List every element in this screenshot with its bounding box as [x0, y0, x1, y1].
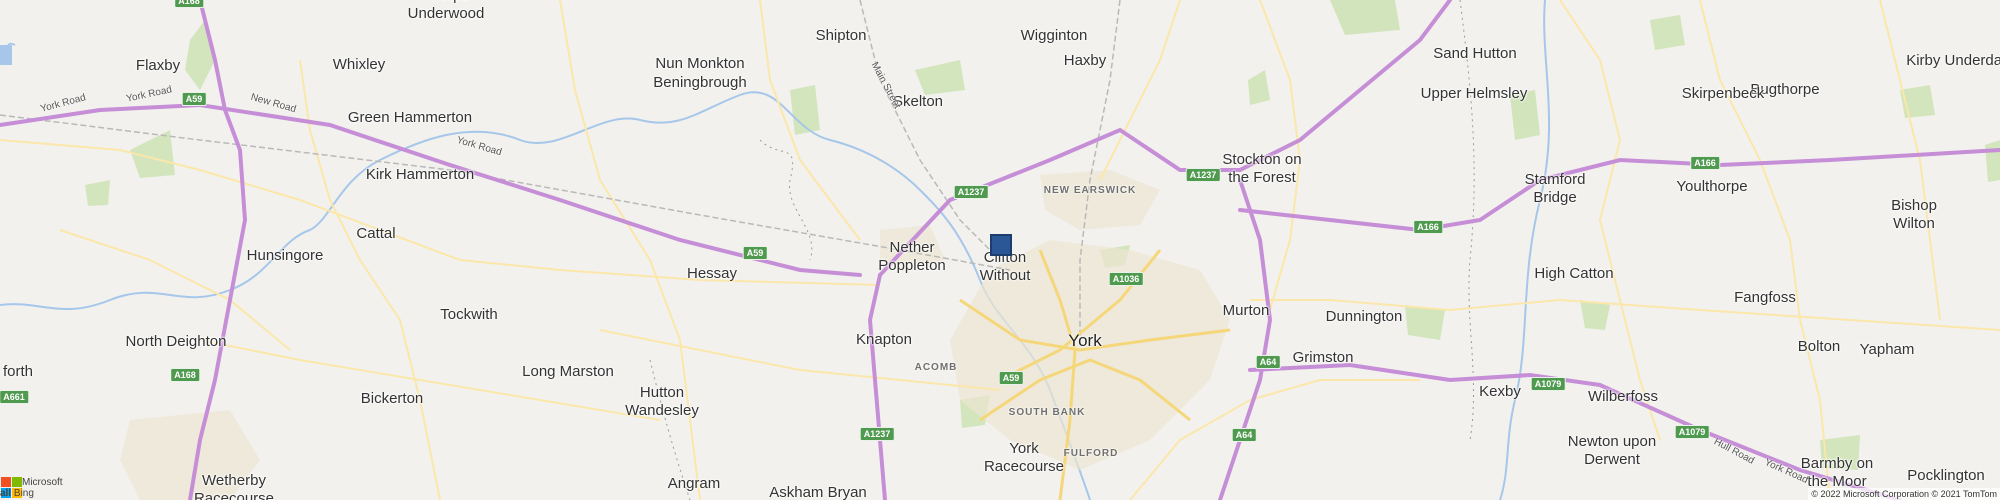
place-label[interactable]: Beningbrough	[653, 74, 746, 92]
place-label[interactable]: Wetherby Racecourse	[194, 472, 274, 500]
place-label[interactable]: Wigginton	[1021, 27, 1088, 45]
place-label[interactable]: Bishop Wilton	[1891, 197, 1937, 233]
place-label[interactable]: York	[1068, 332, 1101, 350]
place-label[interactable]: Murton	[1223, 302, 1270, 320]
place-label[interactable]: Bickerton	[361, 390, 424, 408]
copyright-notice: © 2022 Microsoft Corporation © 2021 TomT…	[1808, 488, 2000, 500]
place-label[interactable]: Cattal	[356, 225, 395, 243]
road-shield: A1036	[1108, 272, 1144, 286]
place-label[interactable]: Nether Poppleton	[878, 239, 946, 275]
road-shield: A1079	[1530, 377, 1566, 391]
road-shield: A59	[181, 92, 207, 106]
place-label[interactable]: Hutton Wandesley	[625, 384, 699, 420]
road-shield: A1237	[953, 185, 989, 199]
district-label: NEW EARSWICK	[1043, 185, 1137, 196]
road-shield: A1237	[1185, 168, 1221, 182]
place-label[interactable]: Kirby Underdale	[1906, 52, 2000, 70]
road-shield: A59	[998, 371, 1024, 385]
attribution-prefix: all	[0, 488, 12, 499]
place-label[interactable]: Dunnington	[1326, 308, 1403, 326]
place-label[interactable]: Pocklington	[1907, 467, 1985, 485]
place-label[interactable]: Stockton on the Forest	[1222, 151, 1301, 187]
place-label[interactable]: Kirk Hammerton	[366, 166, 474, 184]
road-shield: A661	[0, 390, 29, 404]
road-shield: A168	[170, 368, 200, 382]
place-label[interactable]: High Catton	[1534, 265, 1613, 283]
place-label[interactable]: Hessay	[687, 265, 737, 283]
place-label[interactable]: Grimston	[1293, 349, 1354, 367]
place-label[interactable]: Haxby	[1064, 52, 1107, 70]
place-label[interactable]: North Deighton	[126, 333, 227, 351]
place-label[interactable]: Kexby	[1479, 383, 1521, 401]
place-label[interactable]: Youlthorpe	[1676, 178, 1747, 196]
place-label[interactable]: Barmby on the Moor	[1801, 455, 1874, 491]
place-label[interactable]: Tockwith	[440, 306, 498, 324]
road-shield: A1079	[1674, 425, 1710, 439]
road-shield: A168	[174, 0, 204, 8]
place-label[interactable]: Knapton	[856, 331, 912, 349]
district-label: SOUTH BANK	[1008, 407, 1086, 418]
place-label[interactable]: Hunsingore	[247, 247, 324, 265]
place-label[interactable]: forth	[3, 363, 33, 381]
place-label[interactable]: York Racecourse	[984, 440, 1064, 476]
place-label[interactable]: Green Hammerton	[348, 109, 472, 127]
road-shield: A166	[1413, 220, 1443, 234]
district-label: FULFORD	[1063, 448, 1119, 459]
road-shield: A1237	[859, 427, 895, 441]
place-label[interactable]: Angram	[668, 475, 721, 493]
location-pin-marker[interactable]	[990, 234, 1012, 256]
road-shield: A166	[1690, 156, 1720, 170]
map-view[interactable]: ThorpeUnderwoodFlaxbyWhixleyNun MonktonB…	[0, 0, 2000, 500]
road-shield: A64	[1231, 428, 1257, 442]
place-label[interactable]: Fangfoss	[1734, 289, 1796, 307]
place-label[interactable]: Nun Monkton	[655, 55, 744, 73]
lake	[0, 45, 12, 65]
place-label[interactable]: Bolton	[1798, 338, 1841, 356]
place-label[interactable]: Newton upon Derwent	[1568, 433, 1656, 469]
place-label[interactable]: Skirpenbeck	[1682, 85, 1765, 103]
attribution-bing-text: Bing	[13, 488, 34, 499]
attribution-brand: Microsoft	[22, 477, 63, 488]
place-label[interactable]: Yapham	[1860, 341, 1915, 359]
place-label[interactable]: Wilberfoss	[1588, 388, 1658, 406]
place-label[interactable]: Long Marston	[522, 363, 614, 381]
road-shield: A59	[742, 246, 768, 260]
district-label: ACOMB	[914, 362, 958, 373]
place-label[interactable]: Stamford Bridge	[1525, 171, 1586, 207]
place-label[interactable]: Sand Hutton	[1433, 45, 1516, 63]
place-label[interactable]: Shipton	[816, 27, 867, 45]
road-shield: A64	[1255, 355, 1281, 369]
attribution-bing: all Bing	[0, 488, 34, 499]
place-label[interactable]: Whixley	[333, 56, 386, 74]
place-label[interactable]: ThorpeUnderwood	[408, 0, 485, 23]
place-label[interactable]: Flaxby	[136, 57, 180, 75]
place-label[interactable]: Askham Bryan	[769, 484, 867, 500]
place-label[interactable]: Upper Helmsley	[1421, 85, 1528, 103]
